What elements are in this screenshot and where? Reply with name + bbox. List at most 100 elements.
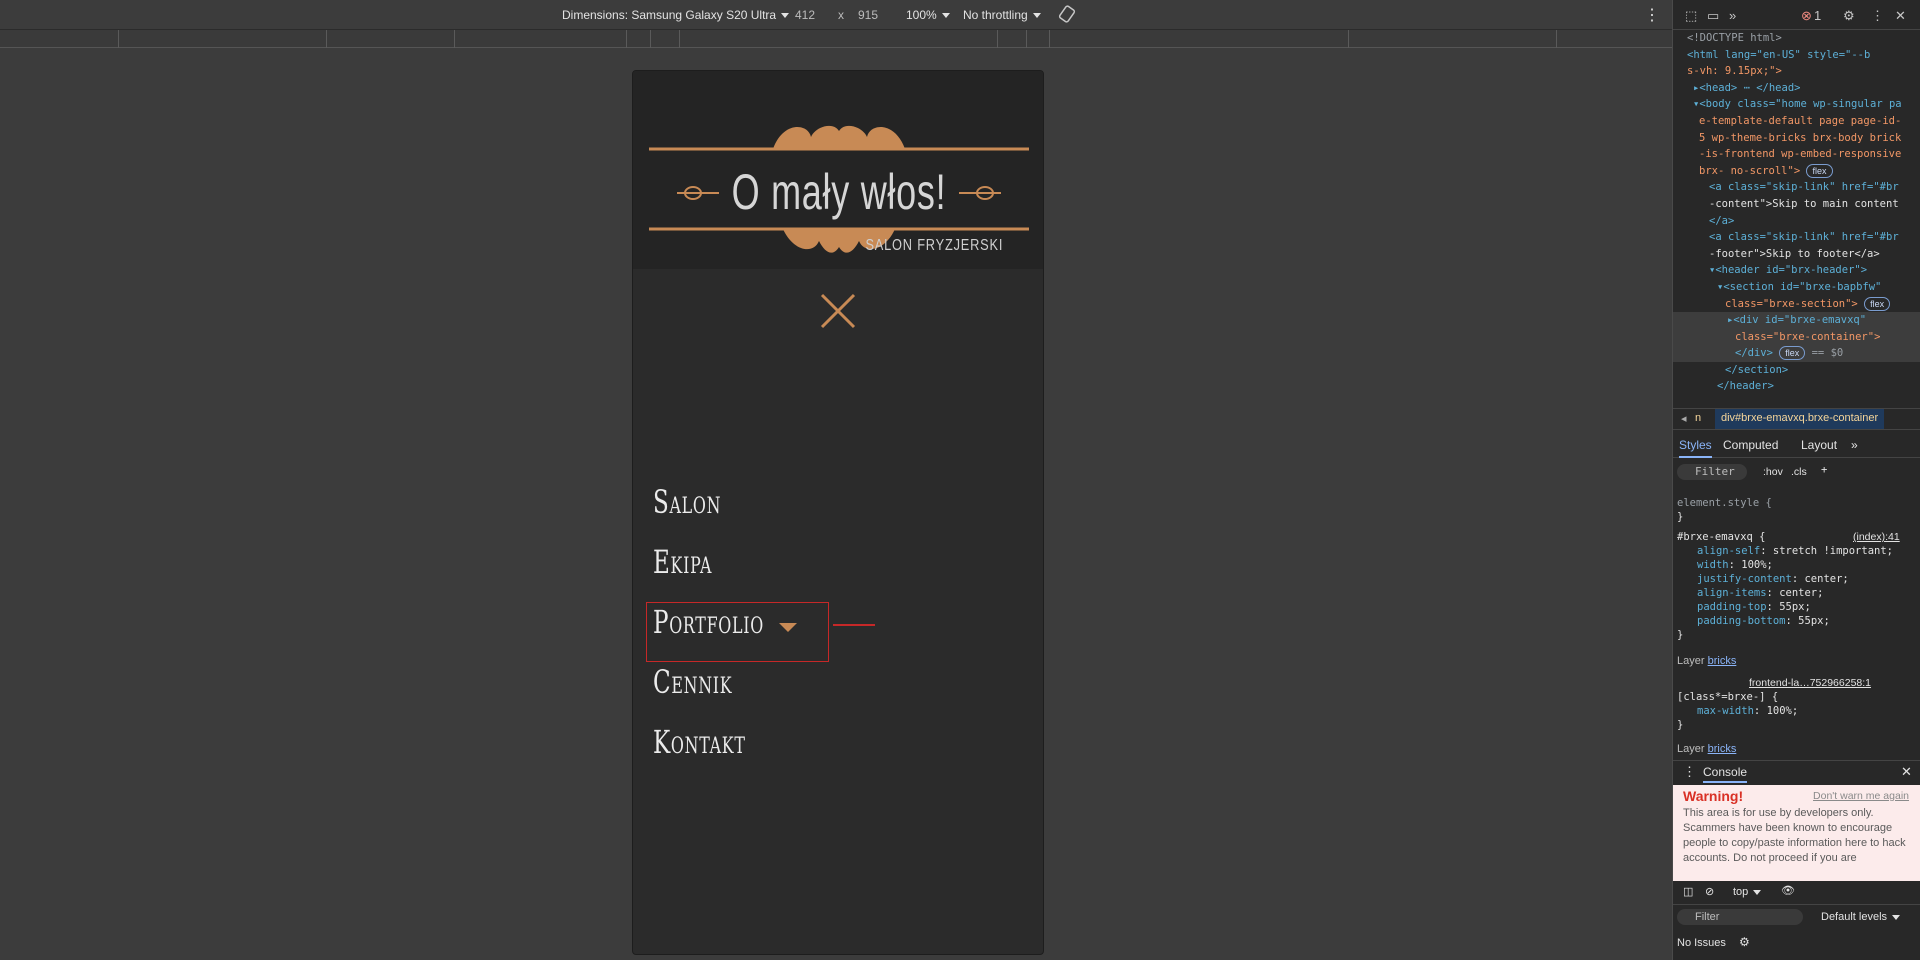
more-tabs-icon[interactable]: » [1851,438,1858,452]
logo-title[interactable]: O mały włos! [691,163,988,221]
rule-selector[interactable]: #brxe-emavxq { [1677,530,1766,544]
device-select-label: Dimensions: Samsung Galaxy S20 Ultra [562,8,777,22]
css-prop[interactable]: align-items [1697,587,1767,599]
context-label: top [1733,886,1749,898]
css-prop[interactable]: padding-top [1697,601,1767,613]
tree-line-selected[interactable]: </div> flex == $0 [1673,345,1920,362]
layer-link[interactable]: bricks [1708,655,1737,667]
context-select[interactable]: top [1733,886,1762,898]
tab-styles[interactable]: Styles [1679,438,1712,458]
sidebar-toggle-icon[interactable]: ◫ [1683,885,1693,898]
tree-line[interactable]: ▸<head> ⋯ </head> [1673,80,1920,97]
tree-line[interactable]: s-vh: 9.15px;"> [1673,63,1920,80]
tree-line: e-template-default page page-id- [1699,114,1902,127]
more-options-icon[interactable]: ⋮ [1644,5,1660,25]
tab-layout[interactable]: Layout [1801,438,1837,452]
error-count[interactable]: 1 [1814,8,1821,23]
zoom-select[interactable]: 100% [906,8,950,22]
css-value[interactable]: center; [1804,573,1848,585]
tree-line[interactable]: ▾<section id="brxe-bapbfw" [1673,279,1920,296]
chevron-left-icon[interactable]: ◂ [1681,412,1687,425]
width-input[interactable]: 412 [795,8,815,22]
tree-line: -content">Skip to main content [1709,197,1899,210]
css-value[interactable]: center; [1779,587,1823,599]
error-icon[interactable]: ⊗ [1801,8,1812,24]
tree-line-selected[interactable]: ▸<div id="brxe-emavxq" [1673,312,1920,329]
flex-badge[interactable]: flex [1864,296,1891,311]
cls-button[interactable]: .cls [1791,465,1807,479]
tab-console[interactable]: Console [1703,765,1748,783]
inspect-icon[interactable]: ⬚ [1685,8,1697,24]
menu-item-cennik[interactable]: Cennik [653,663,732,701]
rotate-icon[interactable] [1058,5,1076,26]
levels-select[interactable]: Default levels [1821,911,1901,923]
times-sign: x [838,8,844,22]
styles-tabbar: Styles Computed Layout » [1673,432,1920,458]
css-prop[interactable]: width [1697,559,1729,571]
tree-line[interactable]: ▾<header id="brx-header"> [1673,262,1920,279]
chevron-down-icon [781,13,790,19]
eye-icon[interactable]: 👁 [1781,884,1795,897]
close-drawer-icon[interactable]: ✕ [1901,764,1912,780]
styles-pane: Filter :hov .cls + element.style { } #br… [1677,463,1900,755]
close-devtools-icon[interactable]: ✕ [1895,8,1906,24]
rule-selector[interactable]: [class*=brxe-] { [1677,690,1778,704]
add-rule-icon[interactable]: + [1821,463,1827,477]
more-options-icon[interactable]: ⋮ [1871,8,1884,24]
issues-status[interactable]: No Issues [1677,937,1726,949]
tree-line[interactable]: <!DOCTYPE html> [1673,30,1920,47]
menu-item-salon[interactable]: Salon [653,483,721,521]
menu-item-ekipa[interactable]: Ekipa [653,543,712,581]
tree-line[interactable]: <html lang="en-US" style="--b [1673,47,1920,64]
css-value[interactable]: 100%; [1767,705,1799,717]
console-drawer: ⋮ Console ✕ Warning! Don't warn me again… [1673,760,1920,960]
more-tabs-icon[interactable]: » [1729,8,1736,23]
throttling-select[interactable]: No throttling [963,8,1041,22]
height-input[interactable]: 915 [858,8,878,22]
styles-filter-input[interactable]: Filter [1677,464,1747,480]
close-icon[interactable] [820,293,856,329]
tree-line[interactable]: <a class="skip-link" href="#br [1673,229,1920,246]
elements-tree[interactable]: <!DOCTYPE html> <html lang="en-US" style… [1673,30,1920,392]
css-value[interactable]: stretch !important; [1773,545,1893,557]
rule-close: } [1677,511,1684,523]
css-prop[interactable]: max-width [1697,705,1754,717]
css-prop[interactable]: align-self [1697,545,1760,557]
tree-line[interactable]: </section> [1673,362,1920,379]
clear-console-icon[interactable]: ⊘ [1705,885,1714,898]
tree-line[interactable]: ▾<body class="home wp-singular pa [1673,96,1920,113]
chevron-down-icon [1032,13,1041,19]
css-value[interactable]: 55px; [1779,601,1811,613]
tree-line-selected[interactable]: class="brxe-container"> [1673,328,1920,346]
drawer-menu-icon[interactable]: ⋮ [1683,764,1696,780]
device-select[interactable]: Dimensions: Samsung Galaxy S20 Ultra [562,8,790,22]
layer-link[interactable]: bricks [1708,743,1737,755]
css-prop[interactable]: justify-content [1697,573,1792,585]
chevron-down-icon [1753,889,1762,895]
dont-warn-link[interactable]: Don't warn me again [1813,789,1909,804]
breadcrumb-prev[interactable]: n [1695,412,1701,424]
tree-line[interactable]: <a class="skip-link" href="#br [1673,179,1920,196]
layer-label: Layer [1677,655,1705,667]
inspect-highlight-line [833,624,875,626]
flex-badge[interactable]: flex [1779,346,1806,361]
menu-item-kontakt[interactable]: Kontakt [653,723,746,761]
css-value[interactable]: 100%; [1741,559,1773,571]
tab-computed[interactable]: Computed [1723,438,1778,452]
css-prop[interactable]: padding-bottom [1697,615,1786,627]
tree-line: class="brxe-section"> flex [1673,296,1920,313]
rule-source-link[interactable]: (index):41 [1853,530,1900,544]
tree-line: </a> [1709,214,1735,227]
tree-line[interactable]: </header> [1673,378,1920,392]
hov-button[interactable]: :hov [1763,465,1783,479]
flex-badge[interactable]: flex [1806,163,1833,178]
rule-source-link[interactable]: frontend-la…752966258:1 [1749,676,1871,690]
breadcrumb-current[interactable]: div#brxe-emavxq.brxe-container [1715,409,1885,429]
settings-gear-icon[interactable]: ⚙ [1739,935,1750,949]
settings-gear-icon[interactable]: ⚙ [1843,8,1855,24]
css-value[interactable]: 55px; [1798,615,1830,627]
element-style-rule[interactable]: element.style { [1677,496,1772,510]
device-toggle-icon[interactable]: ▭ [1707,8,1719,24]
console-filter-input[interactable]: Filter [1677,909,1803,925]
device-toolbar: Dimensions: Samsung Galaxy S20 Ultra 412… [0,0,1672,30]
